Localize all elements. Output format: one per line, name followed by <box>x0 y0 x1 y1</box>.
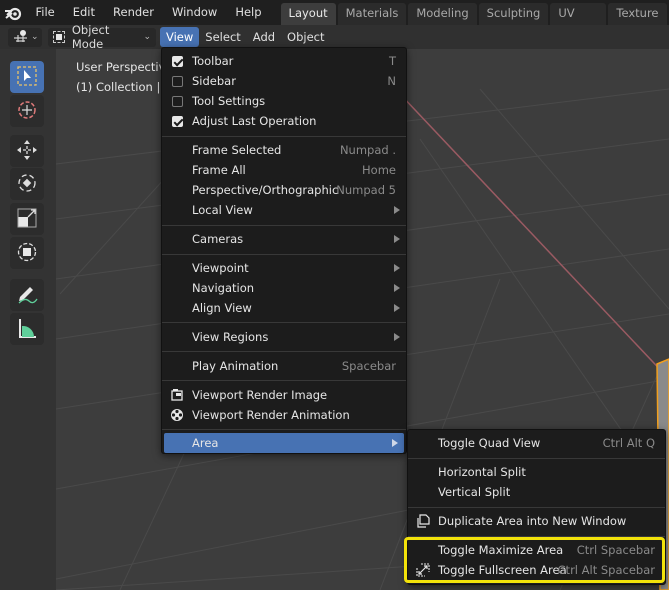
tab-texture-paint[interactable]: Texture Paint <box>608 3 667 41</box>
rotate-icon <box>16 172 38 197</box>
menu-separator <box>162 225 406 226</box>
menu-window[interactable]: Window <box>163 0 226 25</box>
cursor-icon <box>16 99 38 124</box>
editor-type-button[interactable]: ⌄ <box>8 27 42 47</box>
menu-item-viewport-render-image[interactable]: Viewport Render Image <box>162 385 406 405</box>
viewport-header: ⌄ Object Mode ⌄ View Select Add Object <box>0 23 669 51</box>
tab-materials[interactable]: Materials <box>337 3 407 25</box>
menu-item-perspective-orthographic[interactable]: Perspective/Orthographic Numpad 5 <box>162 180 406 200</box>
render-still-icon <box>170 388 184 402</box>
menu-separator <box>162 322 406 323</box>
menu-item-sidebar[interactable]: Sidebar N <box>162 71 406 91</box>
select-box-tool[interactable] <box>10 61 44 93</box>
render-animation-icon <box>170 408 184 422</box>
measure-tool[interactable] <box>10 313 44 345</box>
menu-render[interactable]: Render <box>104 0 163 25</box>
perspective-label: User Perspective <box>76 60 173 74</box>
scale-icon <box>16 207 38 232</box>
menu-separator <box>162 429 406 430</box>
checkbox-sidebar[interactable] <box>170 74 184 88</box>
submenu-arrow-icon <box>394 333 400 341</box>
tab-modeling[interactable]: Modeling <box>408 3 477 25</box>
object-mode-icon <box>53 31 65 43</box>
menu-item-cameras[interactable]: Cameras <box>162 229 406 249</box>
header-menu-object[interactable]: Object <box>281 27 330 47</box>
menu-edit[interactable]: Edit <box>64 0 104 25</box>
scale-tool[interactable] <box>10 203 44 235</box>
annotate-icon <box>16 283 38 308</box>
move-icon <box>16 139 38 164</box>
menu-item-view-regions[interactable]: View Regions <box>162 327 406 347</box>
menu-item-play-animation[interactable]: Play Animation Spacebar <box>162 356 406 376</box>
3d-viewport-icon <box>13 29 29 46</box>
menu-separator <box>408 458 665 459</box>
menu-separator <box>162 136 406 137</box>
mode-select[interactable]: Object Mode ⌄ <box>48 23 156 51</box>
menu-separator <box>162 351 406 352</box>
workspace-tabs: Layout Materials Modeling Sculpting UV E… <box>280 0 669 41</box>
move-tool[interactable] <box>10 135 44 167</box>
menu-item-adjust-last-operation[interactable]: Adjust Last Operation <box>162 111 406 131</box>
rotate-tool[interactable] <box>10 168 44 200</box>
select-box-icon <box>16 65 38 90</box>
header-menu-view[interactable]: View <box>160 27 200 47</box>
chevron-down-icon: ⌄ <box>143 32 151 42</box>
submenu-arrow-icon <box>394 235 400 243</box>
menu-file[interactable]: File <box>26 0 63 25</box>
menu-item-vertical-split[interactable]: Vertical Split <box>408 482 665 502</box>
menu-item-local-view[interactable]: Local View <box>162 200 406 220</box>
menu-separator <box>408 507 665 508</box>
submenu-arrow-icon <box>394 206 400 214</box>
annotation-highlight-box <box>404 537 665 583</box>
checkbox-adjust-last-operation[interactable] <box>170 114 184 128</box>
menu-item-toggle-quad-view[interactable]: Toggle Quad View Ctrl Alt Q <box>408 433 665 453</box>
cursor-tool[interactable] <box>10 95 44 127</box>
checkbox-toolbar[interactable] <box>170 54 184 68</box>
menu-item-viewport-render-animation[interactable]: Viewport Render Animation <box>162 405 406 425</box>
top-bar: File Edit Render Window Help Layout Mate… <box>0 0 669 41</box>
menu-item-viewpoint[interactable]: Viewpoint <box>162 258 406 278</box>
x-axis-line <box>399 93 669 380</box>
tab-sculpting[interactable]: Sculpting <box>478 3 549 25</box>
menu-help[interactable]: Help <box>226 0 270 25</box>
menu-separator <box>162 254 406 255</box>
transform-icon <box>16 241 38 266</box>
chevron-down-icon: ⌄ <box>31 32 39 42</box>
menu-separator <box>162 380 406 381</box>
view-menu: Toolbar T Sidebar N Tool Settings Adjust… <box>161 47 407 454</box>
mode-label: Object Mode <box>71 23 110 51</box>
menu-item-navigation[interactable]: Navigation <box>162 278 406 298</box>
transform-tool[interactable] <box>10 237 44 269</box>
submenu-arrow-icon <box>392 439 398 447</box>
menu-item-toolbar[interactable]: Toolbar T <box>162 51 406 71</box>
header-menu-add[interactable]: Add <box>247 27 281 47</box>
menu-item-frame-selected[interactable]: Frame Selected Numpad . <box>162 140 406 160</box>
header-menu-select[interactable]: Select <box>199 27 246 47</box>
menu-item-duplicate-area[interactable]: Duplicate Area into New Window <box>408 511 665 531</box>
tool-shelf <box>0 49 56 590</box>
measure-icon <box>16 317 38 342</box>
blender-logo-icon[interactable] <box>0 0 26 25</box>
submenu-arrow-icon <box>394 304 400 312</box>
checkbox-tool-settings[interactable] <box>170 94 184 108</box>
submenu-arrow-icon <box>394 264 400 272</box>
menu-item-frame-all[interactable]: Frame All Home <box>162 160 406 180</box>
menu-item-tool-settings[interactable]: Tool Settings <box>162 91 406 111</box>
menu-item-area[interactable]: Area <box>164 433 404 453</box>
menu-item-align-view[interactable]: Align View <box>162 298 406 318</box>
menu-item-horizontal-split[interactable]: Horizontal Split <box>408 462 665 482</box>
duplicate-window-icon <box>416 514 430 528</box>
submenu-arrow-icon <box>394 284 400 292</box>
tab-layout[interactable]: Layout <box>280 3 336 25</box>
tab-uv-editing[interactable]: UV Editing <box>550 3 607 41</box>
annotate-tool[interactable] <box>10 279 44 311</box>
